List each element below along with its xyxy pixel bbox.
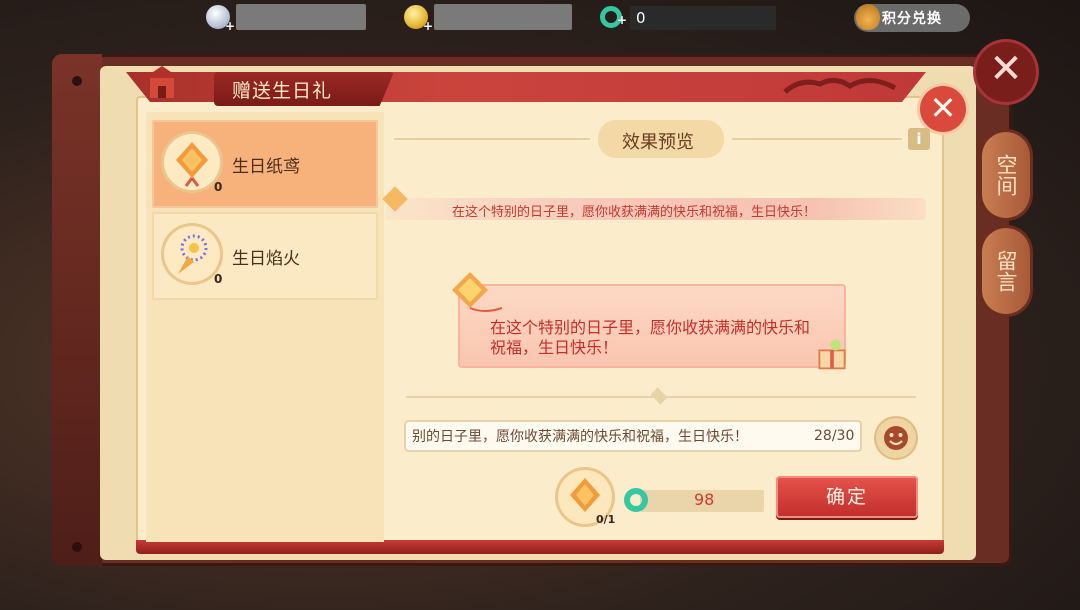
gold-coin-icon[interactable]: + (404, 5, 433, 33)
gift-name: 生日纸鸢 (232, 157, 300, 177)
price-value: 98 (694, 490, 715, 509)
section-line-left (394, 138, 590, 140)
jade-amount-box (630, 6, 776, 30)
panel-bottom-trim (136, 540, 944, 554)
rod-knob-bottom (72, 542, 82, 552)
top-currency-bar: + + + 0 积分兑换 (0, 0, 1080, 36)
jade-icon (624, 488, 648, 512)
jade-icon[interactable]: + (600, 6, 627, 28)
message-char-count: 28/30 (814, 428, 855, 444)
greeting-text: 在这个特别的日子里，愿你收获满满的快乐和祝福，生日快乐！ (490, 318, 811, 357)
side-tab-message[interactable]: 留言 (982, 228, 1030, 314)
gift-count: 0 (214, 272, 223, 286)
gold-amount (434, 4, 572, 30)
pavilion-icon (144, 66, 180, 98)
gift-count: 0 (214, 180, 223, 194)
marquee-text: 在这个特别的日子里，愿你收获满满的快乐和祝福，生日快乐！ (452, 205, 817, 220)
gift-name: 生日焰火 (232, 249, 300, 269)
info-button[interactable]: i (908, 128, 930, 150)
gift-item-fireworks[interactable]: 生日焰火 0 (152, 212, 378, 300)
fireworks-icon (164, 226, 220, 282)
selected-gift-count: 0/1 (596, 513, 616, 526)
close-outer-button[interactable]: ✕ (976, 42, 1036, 102)
section-line-right (732, 138, 902, 140)
close-icon: ✕ (989, 46, 1023, 92)
scroll-rod (52, 54, 102, 566)
side-tab-space[interactable]: 空间 (982, 132, 1030, 218)
exchange-label: 积分兑换 (882, 11, 942, 27)
money-bag-icon (856, 4, 880, 30)
gift-item-kite[interactable]: 生日纸鸢 0 (152, 120, 378, 208)
silver-amount (236, 4, 366, 30)
message-input[interactable] (404, 420, 862, 452)
preview-title: 效果预览 (622, 132, 694, 153)
dialog-title: 赠送生日礼 (232, 80, 333, 102)
jade-amount: 0 (636, 9, 646, 27)
confirm-button[interactable]: 确定 (776, 476, 918, 518)
smiley-icon (884, 426, 908, 450)
close-icon: ✕ (929, 89, 957, 127)
kite-icon (164, 134, 220, 190)
kite-decoration-icon (452, 272, 503, 312)
horse-decoration-icon (783, 78, 897, 94)
silver-coin-icon[interactable]: + (206, 5, 235, 33)
emoji-button[interactable] (876, 418, 916, 458)
rod-knob-top (72, 76, 82, 86)
close-button[interactable]: ✕ (920, 86, 966, 132)
